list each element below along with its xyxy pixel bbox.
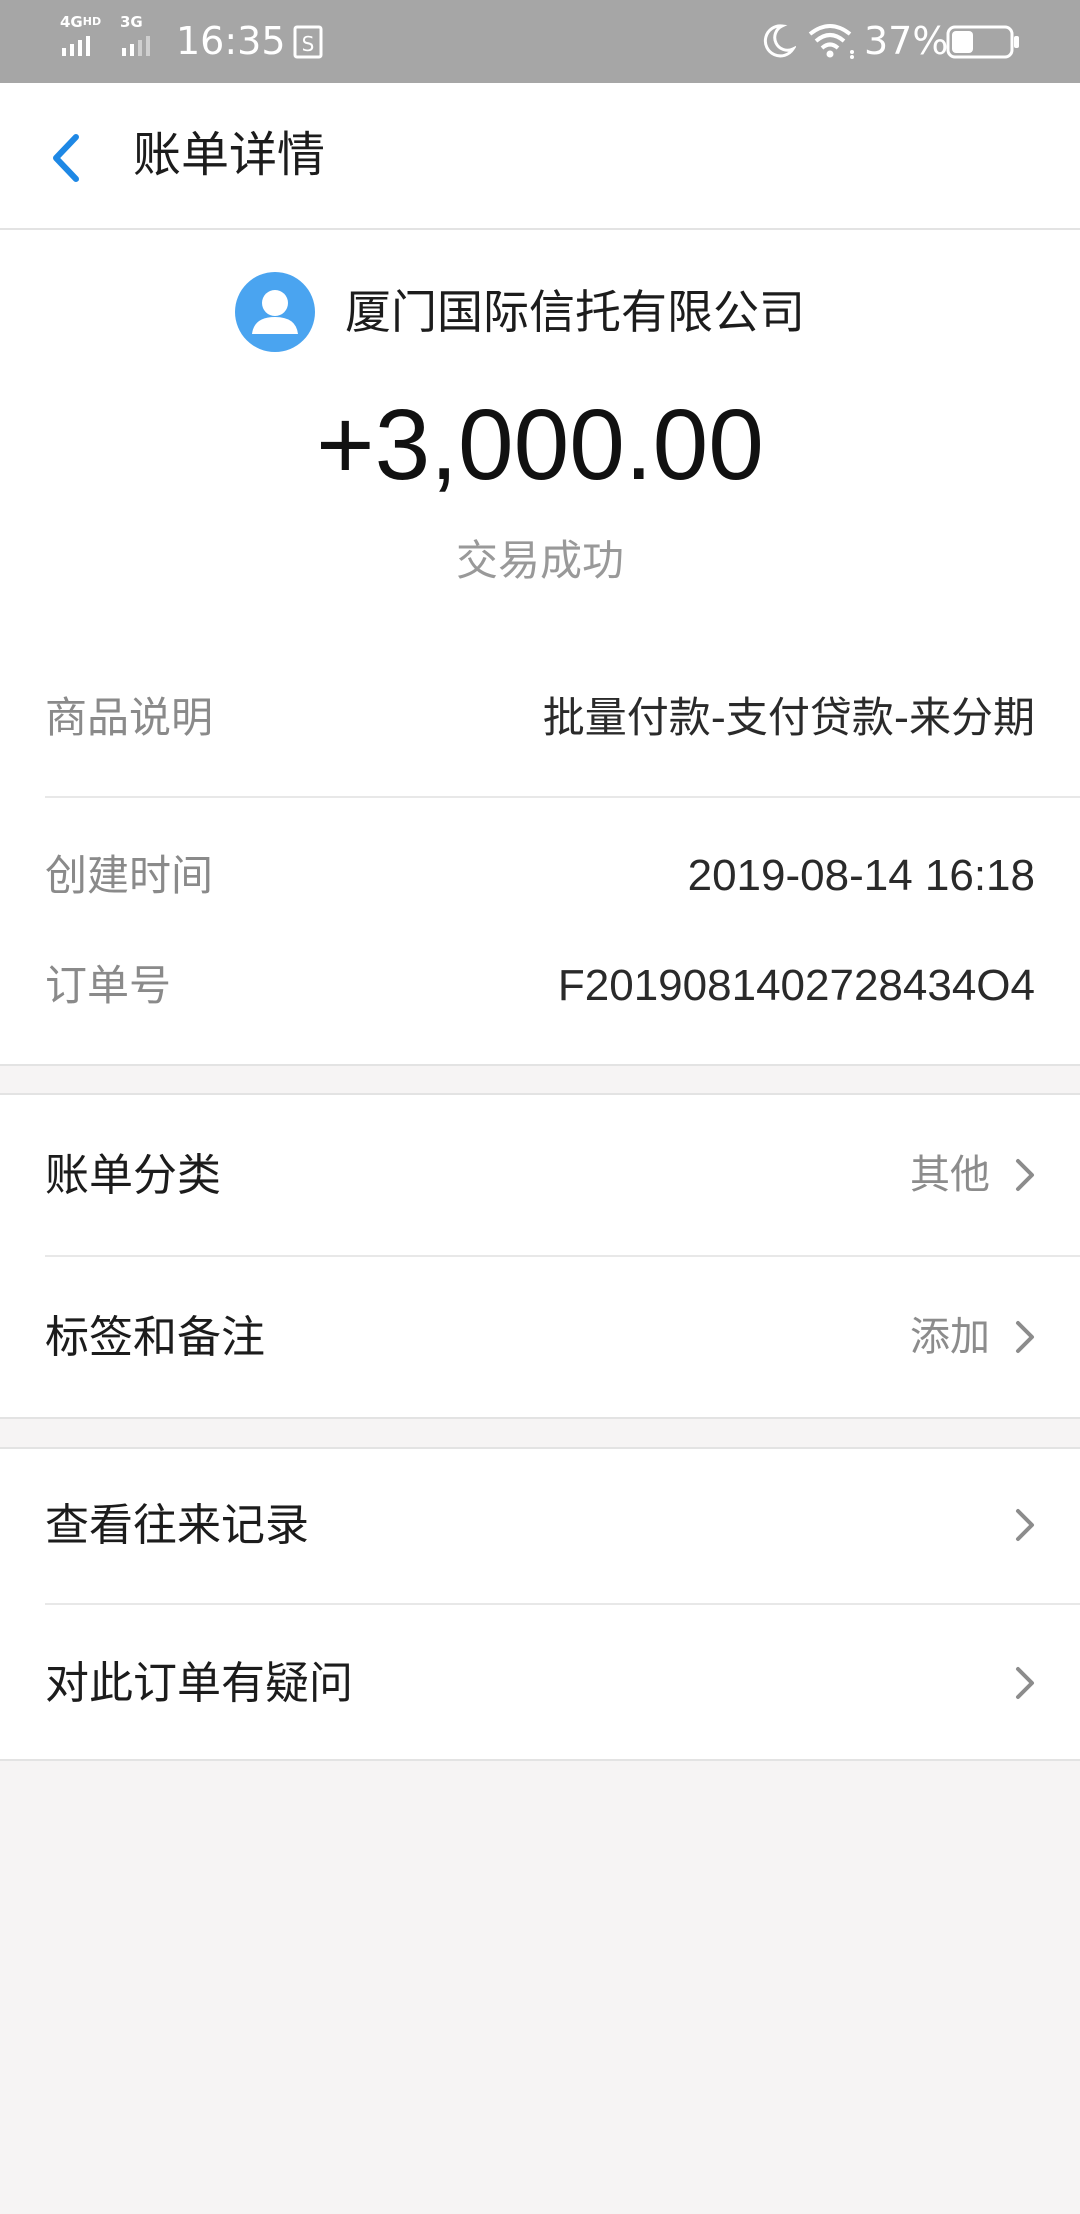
order-number-value: F2019081402728434O4: [557, 961, 1035, 1010]
status-time: 16:35: [176, 19, 286, 63]
chevron-right-icon: [1016, 1159, 1034, 1191]
bill-summary-section: [0, 230, 1080, 1065]
chevron-left-icon: [53, 134, 79, 182]
created-time-label: 创建时间: [45, 851, 214, 900]
page-title: 账单详情: [133, 127, 326, 183]
created-time-value: 2019-08-14 16:18: [687, 851, 1035, 900]
wifi-icon: [808, 24, 854, 59]
bill-category-label: 账单分类: [45, 1150, 221, 1201]
product-description-value: 批量付款-支付贷款-来分期: [542, 693, 1035, 742]
tags-notes-value: 添加: [910, 1314, 990, 1360]
top-nav-bar: 账单详情: [0, 83, 1080, 230]
tags-notes-row[interactable]: 标签和备注 添加: [0, 1257, 1080, 1417]
chevron-right-icon: [1016, 1321, 1034, 1353]
battery-icon: [946, 25, 1019, 59]
section-border: [0, 1064, 1080, 1066]
divider: [45, 796, 1080, 798]
moon-icon: [763, 24, 796, 58]
bill-category-value: 其他: [910, 1152, 990, 1198]
battery-percent: 37%: [864, 19, 949, 63]
user-avatar-icon: [235, 272, 315, 352]
bill-category-row[interactable]: 账单分类 其他: [0, 1095, 1080, 1255]
chevron-right-icon: [1016, 1667, 1034, 1699]
order-question-row[interactable]: 对此订单有疑问: [0, 1605, 1080, 1760]
chevron-right-icon: [1016, 1509, 1034, 1541]
tags-notes-label: 标签和备注: [45, 1312, 265, 1363]
product-description-label: 商品说明: [45, 693, 214, 742]
section-border: [0, 1417, 1080, 1419]
transaction-amount: +3,000.00: [316, 389, 764, 501]
svg-text:S: S: [302, 32, 315, 56]
signal-bars-2-icon: [122, 34, 162, 56]
section-border: [0, 1759, 1080, 1761]
signal-bars-1-icon: [62, 34, 102, 56]
status-bar: 4GHD 3G 16:35 S 37%: [0, 0, 1080, 83]
network-type-2: 3G: [120, 13, 143, 31]
payee-name: 厦门国际信托有限公司: [345, 285, 805, 339]
order-number-label: 订单号: [45, 961, 172, 1010]
network-type-1: 4GHD: [60, 13, 102, 31]
screenshot-icon: S: [293, 25, 323, 59]
view-history-label: 查看往来记录: [45, 1500, 309, 1551]
view-history-row[interactable]: 查看往来记录: [0, 1449, 1080, 1604]
back-button[interactable]: [40, 123, 100, 193]
transaction-status: 交易成功: [455, 536, 624, 585]
order-question-label: 对此订单有疑问: [45, 1658, 353, 1709]
